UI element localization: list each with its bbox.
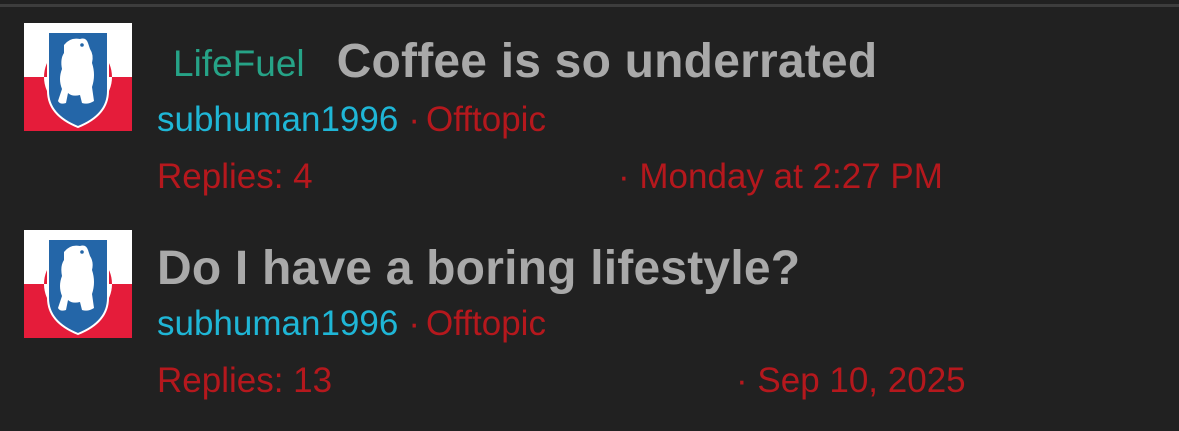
avatar[interactable] (24, 230, 132, 338)
meta-separator: · (408, 304, 420, 343)
thread-meta: subhuman1996 · Offtopic (157, 100, 546, 140)
greenland-flag-polar-bear-avatar-icon (24, 230, 132, 338)
avatar[interactable] (24, 23, 132, 131)
replies-count: Replies: 4 (157, 157, 313, 196)
thread-title-link[interactable]: Do I have a boring lifestyle? (157, 241, 800, 296)
thread-meta: subhuman1996 · Offtopic (157, 304, 546, 344)
replies-count: Replies: 13 (157, 361, 333, 400)
thread-title-link[interactable]: Coffee is so underrated (337, 34, 878, 89)
author-link[interactable]: subhuman1996 (157, 100, 398, 139)
last-post-date[interactable]: · Monday at 2:27 PM (618, 157, 943, 197)
thread-item[interactable]: Do I have a boring lifestyle? subhuman19… (0, 207, 1179, 407)
thread-item[interactable]: LifeFuel Coffee is so underrated subhuman… (0, 0, 1179, 200)
thread-title-line: Do I have a boring lifestyle? (157, 241, 800, 296)
author-link[interactable]: subhuman1996 (157, 304, 398, 343)
last-post-date[interactable]: · Sep 10, 2025 (736, 361, 966, 401)
thread-prefix-label[interactable]: LifeFuel (173, 43, 305, 85)
meta-separator: · (408, 100, 420, 139)
thread-title-line: LifeFuel Coffee is so underrated (157, 34, 877, 89)
forum-link[interactable]: Offtopic (426, 304, 546, 343)
greenland-flag-polar-bear-avatar-icon (24, 23, 132, 131)
forum-link[interactable]: Offtopic (426, 100, 546, 139)
